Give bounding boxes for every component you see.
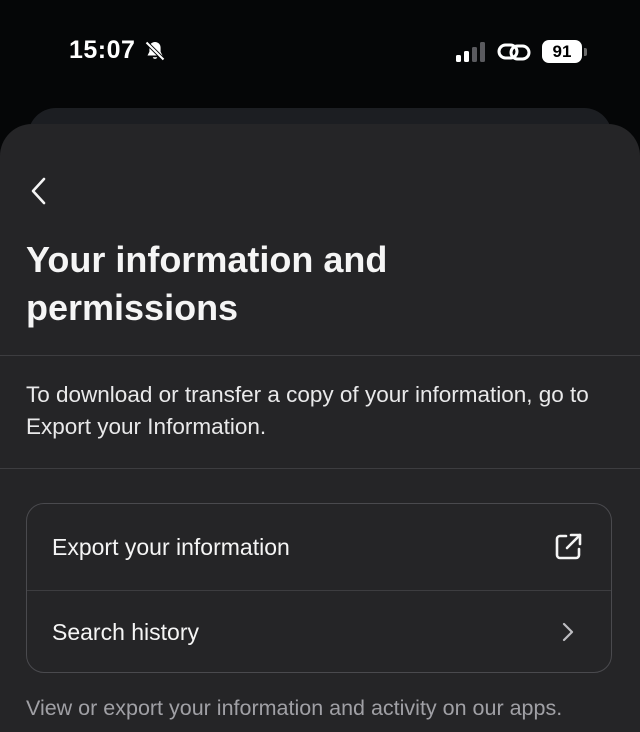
chevron-right-icon <box>551 615 585 649</box>
signal-icon <box>456 42 485 62</box>
screen: 15:07 91 Your information and permission… <box>0 0 640 732</box>
divider-top <box>0 355 640 356</box>
external-link-icon <box>551 530 585 564</box>
description-text: To download or transfer a copy of your i… <box>26 382 589 439</box>
chevron-left-icon <box>31 177 46 205</box>
battery-cap <box>584 48 587 56</box>
bell-off-icon <box>145 41 165 61</box>
divider-bottom <box>0 468 640 469</box>
search-history-label: Search history <box>52 618 200 645</box>
battery-level: 91 <box>542 40 582 63</box>
battery-icon: 91 <box>542 40 588 63</box>
footnote-text: View or export your information and acti… <box>26 696 563 720</box>
page-title: Your information and permissions <box>26 239 388 328</box>
permissions-sheet: Your information and permissions To down… <box>0 124 640 732</box>
status-bar: 15:07 91 <box>0 0 640 104</box>
link-icon <box>497 43 531 61</box>
back-button[interactable] <box>22 172 56 210</box>
status-time: 15:07 <box>69 36 136 64</box>
export-information-row[interactable]: Export your information <box>27 504 611 590</box>
export-information-label: Export your information <box>52 533 290 560</box>
search-history-row[interactable]: Search history <box>27 591 611 672</box>
options-card: Export your information Search history <box>26 503 612 673</box>
